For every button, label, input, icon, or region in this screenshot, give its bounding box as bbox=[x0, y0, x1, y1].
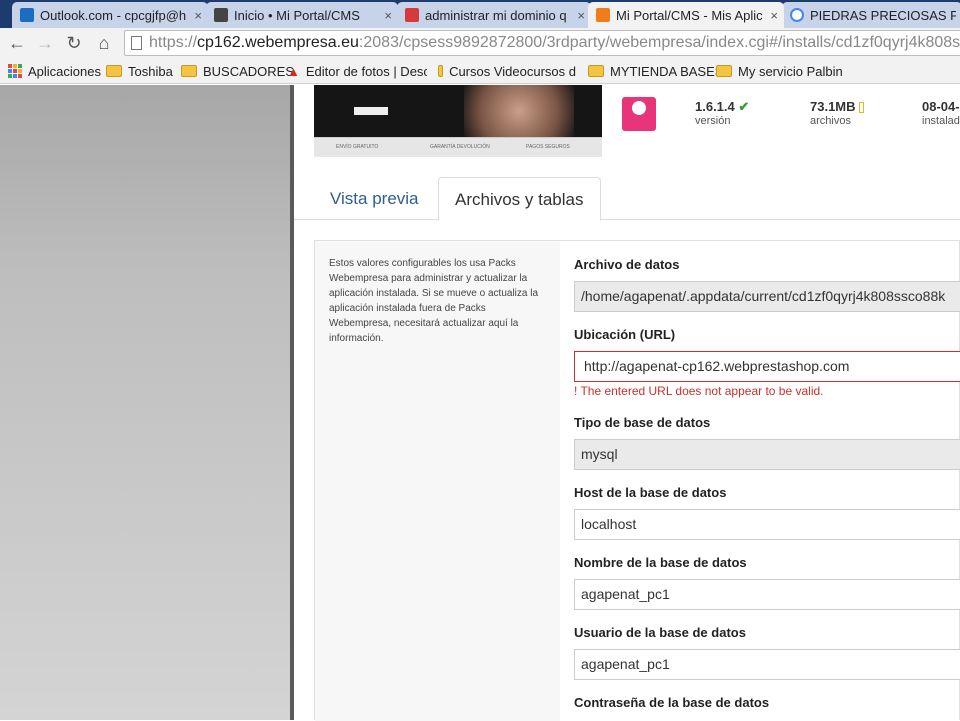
bookmark-label: BUSCADORES bbox=[203, 63, 295, 79]
browser-tab-outlook[interactable]: Outlook.com - cpcgjfp@h × bbox=[12, 2, 208, 28]
reload-icon[interactable]: ↻ bbox=[63, 32, 85, 54]
edit-icon[interactable] bbox=[859, 102, 865, 114]
browser-tab-administrar[interactable]: administrar mi dominio q × bbox=[397, 2, 591, 28]
data-file-label: Archivo de datos bbox=[574, 257, 680, 272]
page-tabs: Vista previa Archivos y tablas bbox=[294, 177, 960, 221]
apps-grid-icon bbox=[8, 64, 22, 78]
files-size-value: 73.1MB bbox=[810, 99, 865, 114]
close-tab-icon[interactable]: × bbox=[577, 8, 585, 23]
bookmark-buscadores[interactable]: BUSCADORES bbox=[181, 62, 294, 80]
bookmark-editor-fotos[interactable]: ▲ Editor de fotos | Desc bbox=[287, 62, 427, 80]
db-host-label: Host de la base de datos bbox=[574, 485, 727, 500]
close-tab-icon[interactable]: × bbox=[384, 8, 392, 23]
back-arrow-icon[interactable]: ← bbox=[6, 32, 28, 54]
folder-icon bbox=[588, 65, 604, 77]
db-type-field: mysql bbox=[574, 439, 960, 470]
google-icon bbox=[790, 8, 804, 22]
preview-features-strip: ENVÍO GRATUITO GARANTÍA DEVOLUCIÓN PAGOS… bbox=[314, 137, 602, 157]
db-password-label: Contraseña de la base de datos bbox=[574, 695, 770, 710]
preview-button-shape bbox=[354, 107, 388, 115]
checkmark-icon: ✔ bbox=[738, 99, 750, 114]
bookmark-mytienda[interactable]: MYTIENDA BASES bbox=[588, 62, 723, 80]
folder-icon bbox=[438, 65, 444, 77]
help-text: Estos valores configurables los usa Pack… bbox=[329, 258, 539, 344]
url-scheme: https:// bbox=[149, 34, 198, 51]
main-content: ENVÍO GRATUITO GARANTÍA DEVOLUCIÓN PAGOS… bbox=[294, 85, 960, 721]
tab-title: administrar mi dominio q bbox=[425, 7, 567, 23]
bookmark-label: Aplicaciones bbox=[28, 63, 101, 79]
bookmarks-bar: Aplicaciones Toshiba BUSCADORES ▲ Editor… bbox=[0, 58, 960, 84]
folder-icon bbox=[181, 65, 197, 77]
tab-title: Outlook.com - cpcgjfp@h bbox=[40, 7, 187, 23]
tab-vista-previa[interactable]: Vista previa bbox=[314, 177, 435, 220]
feature-label: ENVÍO GRATUITO bbox=[336, 144, 379, 150]
db-host-field[interactable]: localhost bbox=[574, 509, 960, 540]
help-column: Estos valores configurables los usa Pack… bbox=[315, 241, 560, 721]
version-value: 1.6.1.4 ✔ bbox=[695, 99, 749, 115]
cpanel-icon bbox=[596, 8, 610, 22]
browser-tab-piedras[interactable]: PIEDRAS PRECIOSAS PREC bbox=[782, 2, 960, 28]
bookmark-label: Editor de fotos | Desc bbox=[305, 63, 427, 79]
url-host: cp162.webempresa.eu bbox=[197, 34, 359, 51]
db-type-label: Tipo de base de datos bbox=[574, 415, 711, 430]
address-bar[interactable]: https://cp162.webempresa.eu:2083/cpsess9… bbox=[124, 30, 960, 56]
adobe-icon: ▲ bbox=[287, 63, 300, 79]
close-tab-icon[interactable]: × bbox=[194, 8, 202, 23]
tab-title: PIEDRAS PRECIOSAS PREC bbox=[810, 7, 956, 23]
bookmark-palbin[interactable]: My servicio Palbin bbox=[716, 62, 843, 80]
feature-label: GARANTÍA DEVOLUCIÓN bbox=[430, 144, 490, 150]
url-label: Ubicación (URL) bbox=[574, 327, 676, 342]
bookmark-toshiba[interactable]: Toshiba bbox=[106, 62, 173, 80]
db-user-field[interactable]: agapenat_pc1 bbox=[574, 649, 960, 680]
settings-panel: Estos valores configurables los usa Pack… bbox=[314, 240, 960, 721]
folder-icon bbox=[106, 65, 122, 77]
bookmark-label: Cursos Videocursos d bbox=[449, 63, 576, 79]
installed-label: instalad bbox=[922, 115, 960, 127]
installed-date-value: 08-04- bbox=[922, 99, 960, 114]
tab-title: Mi Portal/CMS - Mis Aplic bbox=[616, 7, 763, 23]
db-name-field[interactable]: agapenat_pc1 bbox=[574, 579, 960, 610]
feature-label: PAGOS SEGUROS bbox=[526, 144, 570, 150]
db-user-label: Usuario de la base de datos bbox=[574, 625, 746, 640]
close-tab-icon[interactable]: × bbox=[770, 8, 778, 23]
bookmark-apps[interactable]: Aplicaciones bbox=[8, 62, 101, 80]
webempresa-icon bbox=[405, 8, 419, 22]
bookmark-cursos[interactable]: Cursos Videocursos d bbox=[438, 62, 576, 80]
browser-tab-mis-aplicaciones[interactable]: Mi Portal/CMS - Mis Aplic × bbox=[588, 2, 784, 28]
data-file-field: /home/agapenat/.appdata/current/cd1zf0qy… bbox=[574, 281, 960, 312]
version-label: versión bbox=[695, 115, 731, 127]
folder-icon bbox=[716, 65, 732, 77]
db-name-label: Nombre de la base de datos bbox=[574, 555, 747, 570]
version-number: 1.6.1.4 bbox=[695, 99, 735, 114]
url-field[interactable]: http://agapenat-cp162.webprestashop.com bbox=[574, 351, 960, 382]
prestashop-logo bbox=[622, 97, 656, 131]
url-error-message: ! The entered URL does not appear to be … bbox=[574, 384, 824, 398]
tab-archivos-y-tablas[interactable]: Archivos y tablas bbox=[438, 177, 601, 221]
forward-arrow-icon[interactable]: → bbox=[34, 32, 56, 54]
bookmark-label: MYTIENDA BASES bbox=[610, 63, 724, 79]
browser-tab-inicio[interactable]: Inicio • Mi Portal/CMS × bbox=[206, 2, 398, 28]
bookmark-label: My servicio Palbin bbox=[738, 63, 843, 79]
home-icon[interactable]: ⌂ bbox=[93, 32, 115, 54]
bookmark-label: Toshiba bbox=[128, 63, 173, 79]
url-path: :2083/cpsess9892872800/3rdparty/webempre… bbox=[358, 34, 960, 51]
files-label: archivos bbox=[810, 115, 851, 127]
tab-title: Inicio • Mi Portal/CMS bbox=[234, 7, 360, 23]
page-icon bbox=[131, 36, 142, 50]
outlook-icon bbox=[20, 8, 34, 22]
portal-icon bbox=[214, 8, 228, 22]
browser-tab-strip: Outlook.com - cpcgjfp@h × Inicio • Mi Po… bbox=[0, 0, 960, 28]
left-background bbox=[0, 85, 290, 720]
files-size-number: 73.1MB bbox=[810, 99, 856, 114]
